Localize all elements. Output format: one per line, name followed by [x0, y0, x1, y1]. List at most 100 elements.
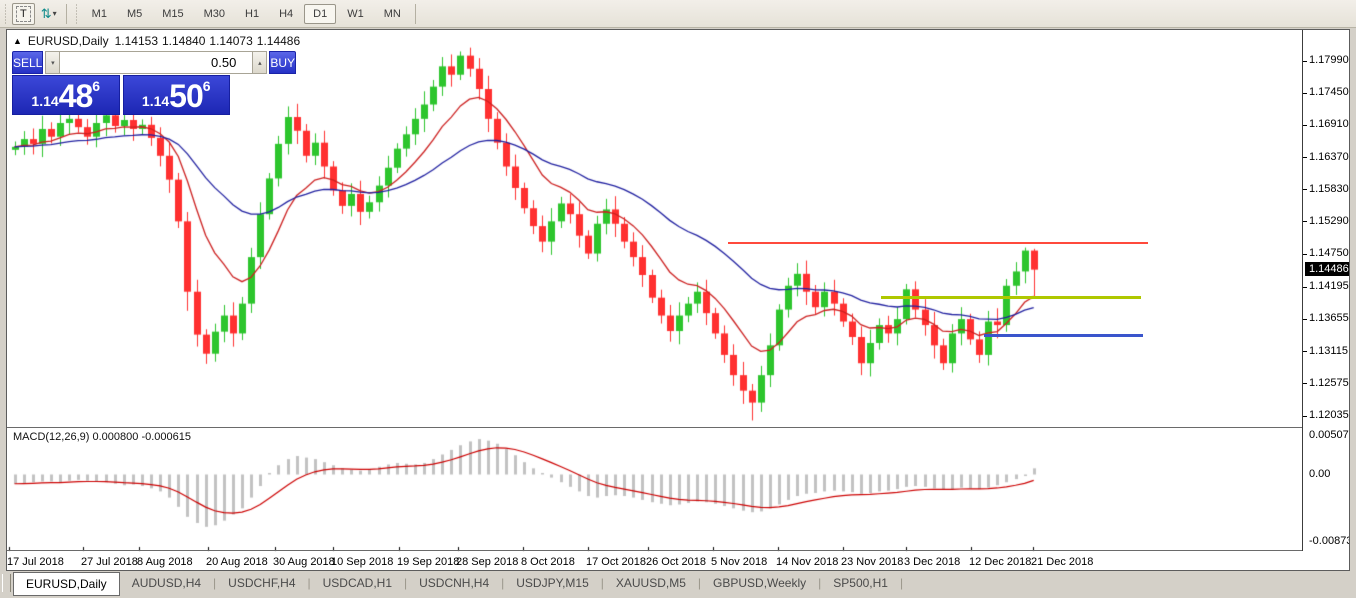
date-tick-label: 8 Oct 2018 — [521, 556, 575, 568]
date-tick-label: 12 Dec 2018 — [969, 556, 1031, 568]
buy-price-prefix: 1.14 — [142, 93, 169, 109]
sell-price-sup: 6 — [92, 78, 100, 94]
date-tick-label: 14 Nov 2018 — [776, 556, 838, 568]
arrows-tool-icon: ⇅ — [41, 6, 51, 22]
timeframe-button-m5[interactable]: M5 — [118, 4, 151, 24]
sell-price-big: 48 — [59, 81, 93, 111]
date-tick-label: 23 Nov 2018 — [841, 556, 903, 568]
date-tick-label: 28 Sep 2018 — [456, 556, 518, 568]
buy-price-box[interactable]: 1.14 50 6 — [123, 75, 231, 115]
pane-divider — [7, 550, 1303, 551]
buy-price-big: 50 — [169, 81, 203, 111]
chart-tab-sp500-h1[interactable]: SP500,H1 — [821, 573, 900, 594]
timeframe-button-h1[interactable]: H1 — [236, 4, 268, 24]
date-tick-label: 8 Aug 2018 — [137, 556, 193, 568]
toolbar-separator — [66, 4, 67, 24]
date-tick-label: 10 Sep 2018 — [331, 556, 393, 568]
price-tick-label: 1.17990 — [1309, 54, 1349, 66]
axis-tick-mark — [1303, 93, 1307, 94]
chart-tab-usdcad-h1[interactable]: USDCAD,H1 — [311, 573, 404, 594]
toolbar-grip[interactable] — [74, 4, 79, 24]
date-tick-label: 19 Sep 2018 — [397, 556, 459, 568]
macd-axis-zero: 0.00 — [1309, 468, 1330, 480]
timeframe-group: M1M5M15M30H1H4D1W1MN — [82, 4, 411, 24]
volume-increase-button[interactable]: ▴ — [252, 51, 267, 74]
pane-divider[interactable] — [7, 427, 1303, 428]
price-axis[interactable]: 1.17990 1.17450 1.16910 1.16370 1.15830 1.152… — [1303, 30, 1350, 571]
date-tick-label: 3 Dec 2018 — [904, 556, 960, 568]
price-tick-label: 1.15830 — [1309, 183, 1349, 195]
toolbar-separator — [415, 4, 416, 24]
price-tick-label: 1.13655 — [1309, 312, 1349, 324]
price-tick-label: 1.12035 — [1309, 409, 1349, 421]
chart-tab-usdjpy-m15[interactable]: USDJPY,M15 — [504, 573, 600, 594]
timeframe-button-m30[interactable]: M30 — [195, 4, 234, 24]
pivot-line[interactable] — [881, 296, 1141, 299]
price-tick-label: 1.16910 — [1309, 118, 1349, 130]
axis-tick-mark — [1303, 157, 1307, 158]
timeframe-button-h4[interactable]: H4 — [270, 4, 302, 24]
chart-title: ▲ EURUSD,Daily 1.14153 1.14840 1.14073 1… — [13, 34, 300, 48]
price-tick-label: 1.15290 — [1309, 215, 1349, 227]
macd-axis-bottom: -0.00873 — [1309, 535, 1350, 547]
timeframe-button-m1[interactable]: M1 — [83, 4, 116, 24]
up-triangle-icon: ▲ — [13, 36, 22, 46]
date-tick-label: 5 Nov 2018 — [711, 556, 767, 568]
price-tick-label: 1.14195 — [1309, 280, 1349, 292]
current-price-tag: 1.14486 — [1305, 262, 1350, 276]
macd-value: 0.000800 — [92, 431, 138, 443]
date-tick-label: 30 Aug 2018 — [273, 556, 335, 568]
axis-tick-mark — [1303, 319, 1307, 320]
toolbar-grip[interactable] — [3, 4, 8, 24]
macd-indicator-label: MACD(12,26,9) 0.000800 -0.000615 — [13, 431, 191, 443]
timeframe-button-mn[interactable]: MN — [375, 4, 410, 24]
chart-symbol-label: EURUSD,Daily — [28, 34, 109, 48]
price-tick-label: 1.14750 — [1309, 247, 1349, 259]
ohlc-close: 1.14486 — [257, 34, 300, 48]
chart-tab-usdcnh-h4[interactable]: USDCNH,H4 — [407, 573, 501, 594]
chart-tab-eurusd-daily[interactable]: EURUSD,Daily — [13, 572, 120, 596]
axis-tick-mark — [1303, 287, 1307, 288]
one-click-trading-panel: SELL ▾ ▴ BUY 1.14 48 6 1.14 50 6 — [12, 51, 230, 115]
price-tick-label: 1.17450 — [1309, 86, 1349, 98]
price-tick-label: 1.12575 — [1309, 377, 1349, 389]
price-tick-label: 1.16370 — [1309, 151, 1349, 163]
buy-price-sup: 6 — [203, 78, 211, 94]
macd-axis-top: 0.005074 — [1309, 429, 1350, 441]
chart-tab-audusd-h4[interactable]: AUDUSD,H4 — [120, 573, 213, 594]
chevron-down-icon: ▾ — [53, 9, 57, 18]
axis-tick-mark — [1303, 383, 1307, 384]
date-axis[interactable]: 17 Jul 201827 Jul 20188 Aug 201820 Aug 2… — [7, 552, 1303, 571]
top-toolbar: T ⇅ ▾ M1M5M15M30H1H4D1W1MN — [0, 0, 1356, 28]
sell-price-box[interactable]: 1.14 48 6 — [12, 75, 120, 115]
timeframe-button-w1[interactable]: W1 — [338, 4, 373, 24]
date-tick-label: 17 Jul 2018 — [7, 556, 64, 568]
date-tick-label: 21 Dec 2018 — [1031, 556, 1093, 568]
axis-tick-mark — [1303, 61, 1307, 62]
chart-tab-usdchf-h4[interactable]: USDCHF,H4 — [216, 573, 307, 594]
volume-decrease-button[interactable]: ▾ — [45, 51, 60, 74]
axis-tick-mark — [1303, 221, 1307, 222]
axis-tick-mark — [1303, 254, 1307, 255]
tab-bar-grip[interactable] — [2, 574, 11, 592]
chart-tab-xauusd-m5[interactable]: XAUUSD,M5 — [604, 573, 698, 594]
buy-button[interactable]: BUY — [269, 51, 296, 74]
macd-signal-value: -0.000615 — [141, 431, 191, 443]
timeframe-button-d1[interactable]: D1 — [304, 4, 336, 24]
sell-price-prefix: 1.14 — [31, 93, 58, 109]
ohlc-low: 1.14073 — [209, 34, 252, 48]
resistance-line[interactable] — [728, 242, 1148, 244]
arrows-tool-button[interactable]: ⇅ ▾ — [37, 3, 61, 25]
support-line[interactable] — [984, 334, 1143, 337]
chart-tab-gbpusd-weekly[interactable]: GBPUSD,Weekly — [701, 573, 818, 594]
date-tick-label: 27 Jul 2018 — [81, 556, 138, 568]
timeframe-button-m15[interactable]: M15 — [153, 4, 192, 24]
sell-button[interactable]: SELL — [12, 51, 43, 74]
price-tick-label: 1.13115 — [1309, 345, 1348, 357]
volume-input[interactable] — [60, 51, 252, 74]
ohlc-open: 1.14153 — [115, 34, 158, 48]
axis-tick-mark — [1303, 125, 1307, 126]
text-tool-button[interactable]: T — [12, 3, 35, 25]
chart-window: ▲ EURUSD,Daily 1.14153 1.14840 1.14073 1… — [6, 29, 1350, 571]
macd-name: MACD(12,26,9) — [13, 431, 89, 443]
